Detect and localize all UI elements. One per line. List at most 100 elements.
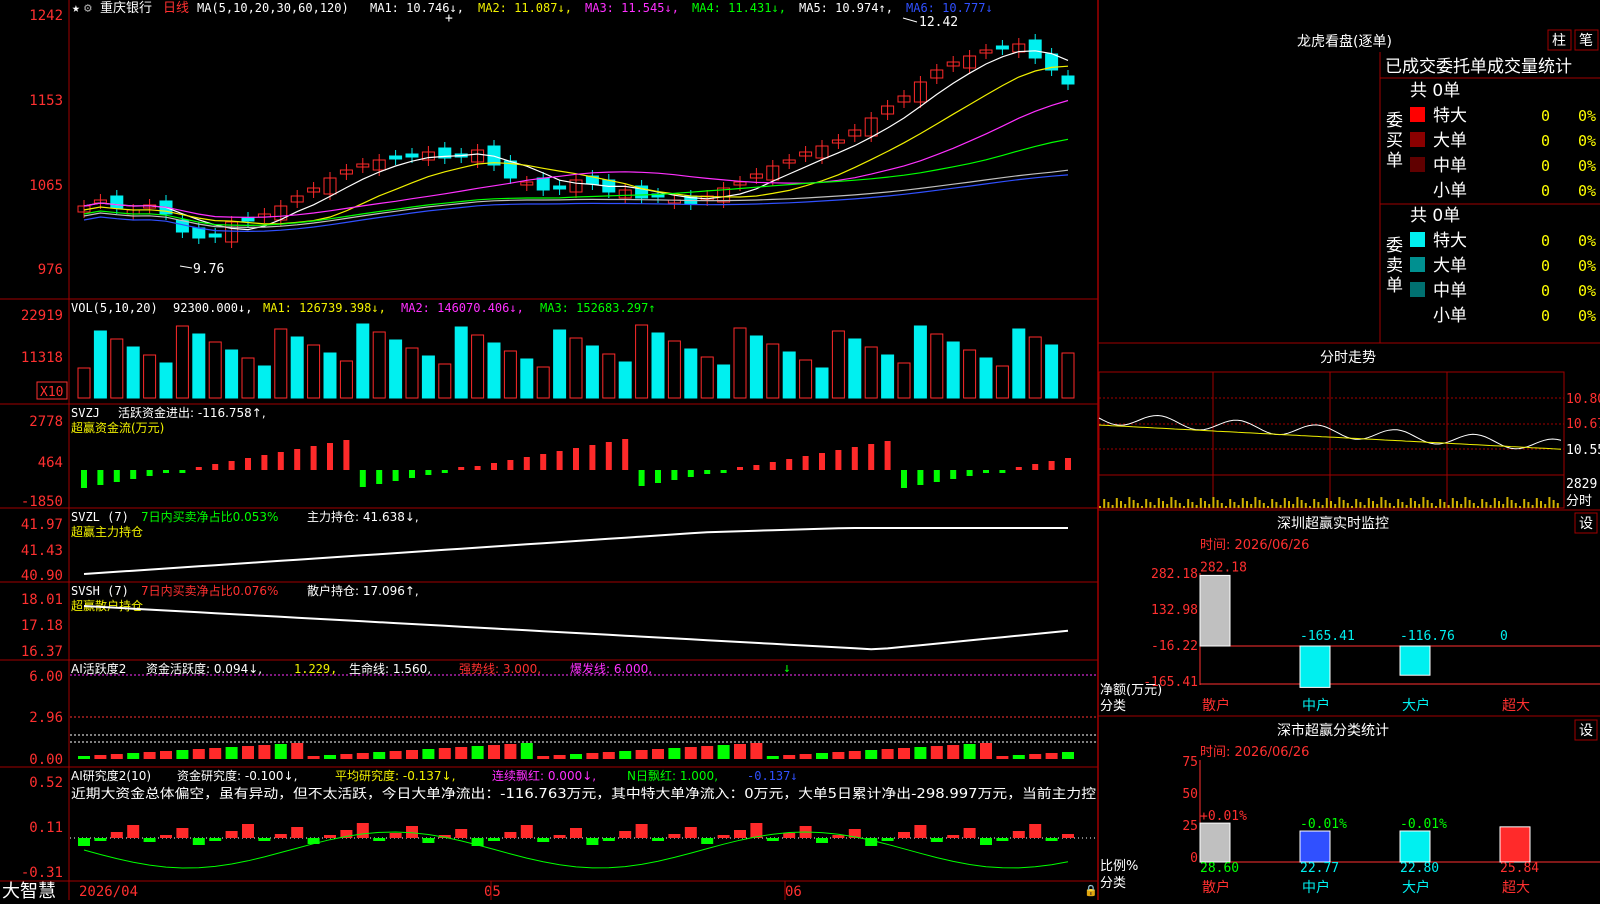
ai2-tick: -0.31 <box>21 865 63 881</box>
ai1-bar <box>930 746 943 759</box>
ai2-bar <box>1045 838 1058 841</box>
ai2-bar <box>898 832 910 838</box>
svzj-bar <box>802 456 809 470</box>
bar-mode-button[interactable]: 柱 <box>1552 33 1566 49</box>
ai2-bar <box>684 827 697 838</box>
volume-bar <box>323 352 337 399</box>
ai1-bar <box>553 755 566 759</box>
svzj-bar <box>343 440 350 470</box>
intraday-vol-bar <box>1288 501 1290 508</box>
intraday-vol-bar <box>1435 506 1437 508</box>
intraday-vol-bar <box>1157 498 1160 508</box>
side-label-char: 单 <box>1386 276 1403 296</box>
intraday-vol-bar <box>1409 498 1412 508</box>
ai2-bar <box>274 834 287 838</box>
ai1-bar <box>1045 753 1058 759</box>
order-pct: 0% <box>1578 107 1596 125</box>
volume-bar <box>421 355 435 399</box>
volume-bar <box>717 364 731 399</box>
ai1-bar <box>340 754 353 759</box>
ai1-tick: 2.96 <box>29 710 63 726</box>
ai1-bar <box>127 753 140 759</box>
intraday-vol-bar <box>1296 497 1299 508</box>
svzj-bar <box>179 470 186 473</box>
volume-bar <box>257 365 271 399</box>
ai1-bar <box>455 747 468 759</box>
stats-tick: 0 <box>1190 851 1198 866</box>
stats-change: -0.01% <box>1300 817 1347 832</box>
ai2-title: AI研究度2(10) <box>71 768 151 783</box>
vol-ma2: MA2: 146070.406↓, <box>401 301 524 315</box>
ai2-bar <box>652 838 664 841</box>
svzj-bar <box>901 470 907 488</box>
svzj-bar <box>966 470 973 476</box>
ai2-bar <box>832 835 845 838</box>
svzj-bar <box>983 470 989 473</box>
stats-change: -0.01% <box>1400 817 1447 832</box>
tick-mode-button[interactable]: 笔 <box>1579 33 1593 49</box>
monitor-settings-button[interactable]: 设 <box>1579 516 1593 532</box>
volume-bar <box>749 335 763 399</box>
stats-settings-button[interactable]: 设 <box>1579 723 1593 739</box>
stats-value: 22.77 <box>1300 861 1339 876</box>
intraday-vol-bar <box>1552 500 1555 508</box>
ai1-bar <box>389 751 402 759</box>
intraday-vol-bar <box>1149 502 1152 508</box>
monitor-category: 散户 <box>1202 697 1230 714</box>
intraday-vol-bar <box>1254 497 1257 508</box>
order-label: 小单 <box>1433 306 1467 326</box>
period-label[interactable]: 日线 <box>163 1 189 16</box>
svzj-bar <box>146 470 153 476</box>
ai2-bar <box>914 825 927 838</box>
intraday-vol-bar <box>1548 497 1551 508</box>
ai2-t4: N日飘红: 1.000, <box>627 768 718 783</box>
svzj-bar <box>769 462 776 470</box>
price-tick: 1242 <box>29 8 63 24</box>
ai2-bar <box>192 838 205 845</box>
intraday-vol-bar <box>1103 499 1106 508</box>
ai2-bar <box>488 838 500 841</box>
stock-terminal: 1242 1153 1065 976 ★ ⚙ 重庆银行 日线 MA(5,10,2… <box>0 0 1600 902</box>
order-value: 0 <box>1541 232 1550 250</box>
ma3-label: MA3: 11.545↓, <box>585 1 679 15</box>
svzj-bar <box>704 470 711 474</box>
intraday-tick: 10.67 <box>1566 417 1600 432</box>
price-legend: ★ ⚙ 重庆银行 日线 MA(5,10,20,30,60,120) MA1: 1… <box>72 0 993 16</box>
intraday-vol-bar <box>1162 501 1164 508</box>
svzj-sub: 超赢资金流(万元) <box>71 420 164 435</box>
ai1-bar <box>324 755 336 759</box>
intraday-title: 分时走势 <box>1320 350 1376 366</box>
ai2-bar <box>127 825 140 838</box>
intraday-vol-bar <box>1195 505 1198 508</box>
svzj-tick: 464 <box>38 455 63 471</box>
ai1-bar <box>668 748 681 759</box>
vol-tick: 22919 <box>21 308 63 324</box>
intraday-vol-bar <box>1132 500 1135 508</box>
svzj-bar <box>294 449 301 470</box>
svzj-bar <box>1065 458 1071 470</box>
order-total: 共 0单 <box>1410 206 1460 226</box>
ai2-bar <box>291 827 304 838</box>
candle-body <box>208 233 222 238</box>
star-icon[interactable]: ★ <box>72 1 80 16</box>
ai2-bar <box>422 838 435 843</box>
svzj-bar <box>130 470 137 479</box>
intraday-vol-bar <box>1556 503 1559 508</box>
gear-icon[interactable]: ⚙ <box>84 1 92 16</box>
ai2-t3: 连续飘红: 0.000↓, <box>492 768 596 783</box>
ai2-bar <box>176 828 189 838</box>
intraday-vol-bar <box>1485 502 1488 508</box>
monitor-bar <box>1399 645 1431 676</box>
intraday-tick: 10.80 <box>1566 392 1600 407</box>
ai2-bar <box>537 838 550 842</box>
intraday-vol-bar <box>1330 501 1332 508</box>
lock-icon[interactable]: 🔒 <box>1084 884 1098 897</box>
intraday-vol-bar <box>1275 502 1278 508</box>
ai2-bar <box>389 833 402 838</box>
vol-ma3: MA3: 152683.297↑ <box>540 301 656 315</box>
tab-header[interactable]: 已成交委托单成交量统计 <box>1385 57 1572 77</box>
volume-bar <box>913 325 927 399</box>
ai2-bar <box>373 838 386 841</box>
monitor-category: 超大 <box>1502 698 1530 714</box>
volume-bar <box>684 348 698 399</box>
